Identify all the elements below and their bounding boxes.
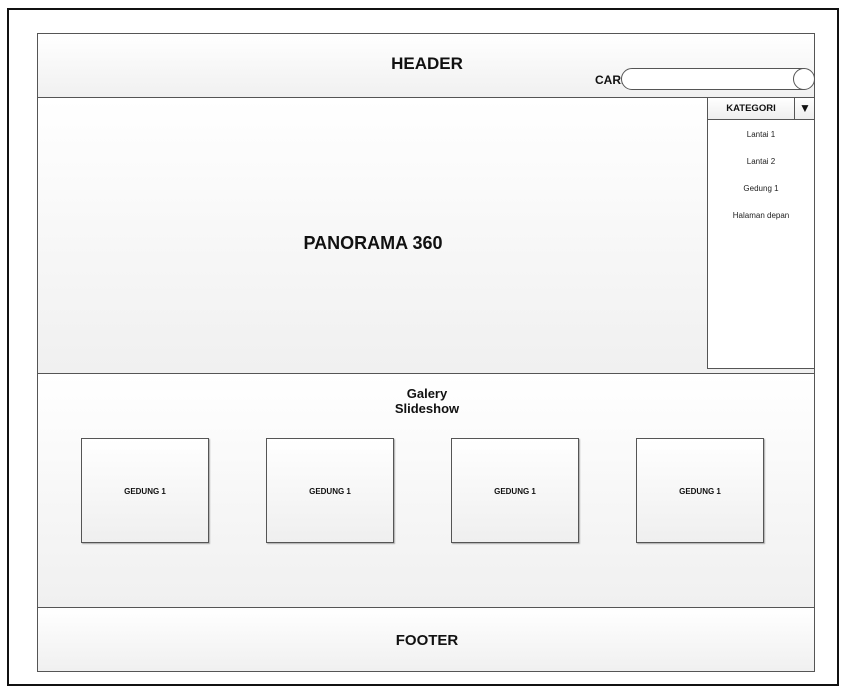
panorama-title: PANORAMA 360 xyxy=(303,233,443,253)
chevron-down-icon[interactable]: ▼ xyxy=(794,98,815,119)
search-button[interactable] xyxy=(793,68,815,90)
gallery-thumb[interactable]: GEDUNG 1 xyxy=(266,438,394,543)
footer-title: FOOTER xyxy=(395,632,459,649)
search-input[interactable] xyxy=(621,68,813,90)
gallery-thumb[interactable]: GEDUNG 1 xyxy=(636,438,764,543)
gallery-thumb-label: GEDUNG 1 xyxy=(124,487,166,496)
footer-section: FOOTER xyxy=(37,607,815,672)
kategori-item-halaman-depan[interactable]: Halaman depan xyxy=(708,211,814,220)
kategori-item-lantai-2[interactable]: Lantai 2 xyxy=(708,157,814,166)
gallery-title: Galery Slideshow xyxy=(38,386,816,416)
kategori-label: KATEGORI xyxy=(726,103,776,114)
gallery-thumb-label: GEDUNG 1 xyxy=(679,487,721,496)
kategori-item-gedung-1[interactable]: Gedung 1 xyxy=(708,184,814,193)
kategori-item-lantai-1[interactable]: Lantai 1 xyxy=(708,130,814,139)
kategori-dropdown[interactable]: KATEGORI ▼ xyxy=(708,98,814,120)
gallery-title-line1: Galery xyxy=(406,386,448,401)
gallery-thumb-label: GEDUNG 1 xyxy=(309,487,351,496)
panorama-section[interactable]: PANORAMA 360 xyxy=(37,97,815,374)
kategori-panel: KATEGORI ▼ Lantai 1 Lantai 2 Gedung 1 Ha… xyxy=(707,97,815,369)
gallery-title-line2: Slideshow xyxy=(394,401,460,416)
gallery-slideshow-section: Galery Slideshow GEDUNG 1 GEDUNG 1 GEDUN… xyxy=(37,373,815,608)
gallery-thumb-label: GEDUNG 1 xyxy=(494,487,536,496)
gallery-thumb[interactable]: GEDUNG 1 xyxy=(81,438,209,543)
gallery-thumb[interactable]: GEDUNG 1 xyxy=(451,438,579,543)
search-label: CARI xyxy=(595,73,625,87)
